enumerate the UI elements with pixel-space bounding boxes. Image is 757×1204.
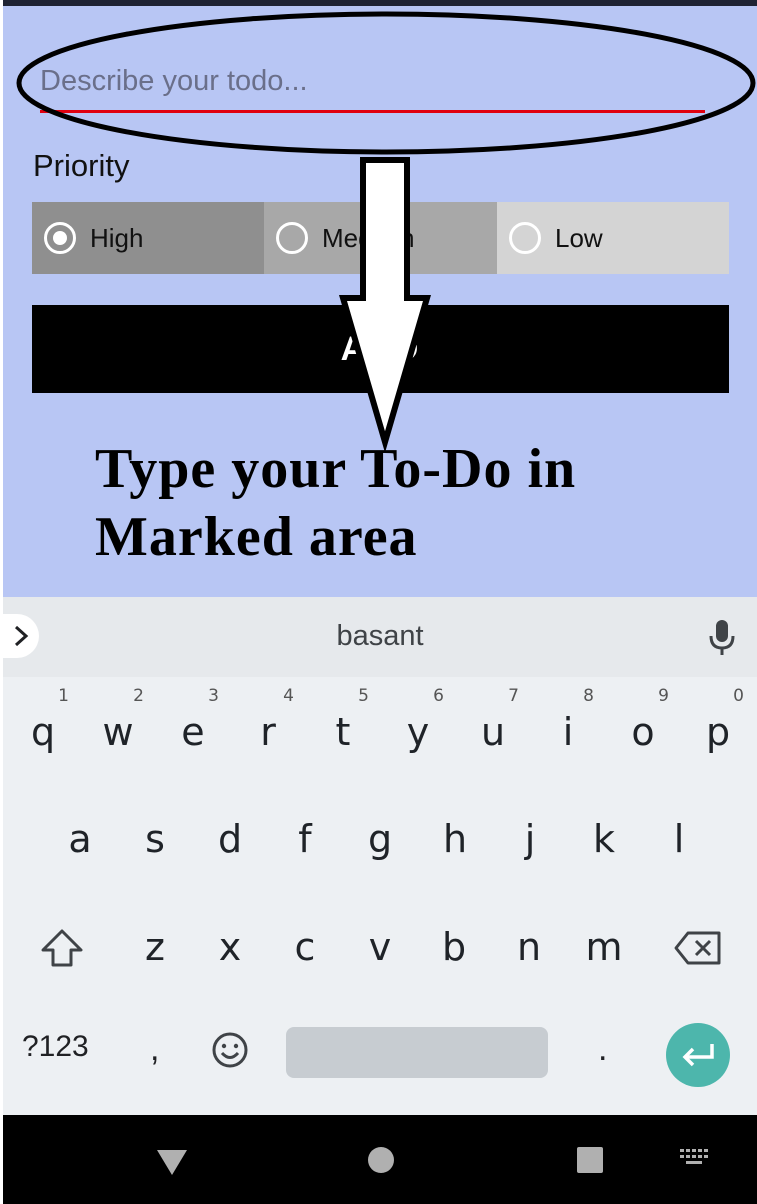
key-l[interactable]: l	[649, 799, 709, 879]
input-underline	[40, 110, 705, 113]
key-o[interactable]: o9	[613, 686, 673, 772]
key-i[interactable]: i8	[538, 686, 598, 772]
backspace-icon[interactable]	[674, 930, 722, 971]
instruction-annotation: Type your To-Do in Marked area	[95, 435, 735, 571]
key-v[interactable]: v	[350, 907, 410, 987]
microphone-icon[interactable]	[705, 618, 739, 663]
key-hint: 9	[658, 686, 669, 706]
key-hint: 3	[208, 686, 219, 706]
key-c[interactable]: c	[275, 907, 335, 987]
comma-key[interactable]: ,	[150, 1030, 159, 1069]
key-label: o	[631, 710, 655, 754]
key-x[interactable]: x	[200, 907, 260, 987]
key-f[interactable]: f	[275, 799, 335, 879]
key-e[interactable]: e3	[163, 686, 223, 772]
key-g[interactable]: g	[350, 799, 410, 879]
key-b[interactable]: b	[424, 907, 484, 987]
back-triangle-icon[interactable]	[155, 1147, 189, 1182]
instruction-line-2: Marked area	[95, 506, 418, 568]
key-label: i	[562, 710, 574, 754]
radio-unchecked-icon	[276, 222, 308, 254]
key-hint: 6	[433, 686, 444, 706]
key-d[interactable]: d	[200, 799, 260, 879]
key-n[interactable]: n	[499, 907, 559, 987]
key-j[interactable]: j	[500, 799, 560, 879]
key-h[interactable]: h	[425, 799, 485, 879]
navigation-bar	[3, 1115, 757, 1204]
priority-option-low[interactable]: Low	[497, 202, 729, 274]
key-z[interactable]: z	[125, 907, 185, 987]
key-label: y	[406, 710, 430, 754]
radio-checked-icon	[44, 222, 76, 254]
recents-square-icon[interactable]	[576, 1146, 604, 1179]
priority-option-label: Medium	[322, 222, 415, 253]
add-button[interactable]: ADD	[32, 305, 729, 393]
key-hint: 8	[583, 686, 594, 706]
todo-description-input[interactable]	[40, 55, 705, 107]
key-label: w	[102, 710, 134, 754]
enter-icon[interactable]	[666, 1023, 730, 1087]
status-bar-edge	[3, 0, 757, 6]
key-hint: 1	[58, 686, 69, 706]
key-s[interactable]: s	[125, 799, 185, 879]
keyboard-switch-icon[interactable]	[680, 1149, 710, 1174]
key-r[interactable]: r4	[238, 686, 298, 772]
shift-icon[interactable]	[40, 928, 84, 973]
period-key[interactable]: .	[598, 1030, 607, 1069]
key-hint: 7	[508, 686, 519, 706]
key-k[interactable]: k	[574, 799, 634, 879]
key-m[interactable]: m	[574, 907, 634, 987]
priority-option-label: High	[90, 222, 144, 253]
key-hint: 4	[283, 686, 294, 706]
space-bar[interactable]	[286, 1027, 548, 1078]
priority-option-high[interactable]: High	[32, 202, 264, 274]
key-hint: 0	[733, 686, 744, 706]
key-label: t	[335, 710, 351, 754]
key-label: p	[705, 710, 731, 754]
key-a[interactable]: a	[50, 799, 110, 879]
key-y[interactable]: y6	[388, 686, 448, 772]
key-hint: 2	[133, 686, 144, 706]
symbols-key[interactable]: ?123	[22, 1030, 89, 1064]
key-label: q	[30, 710, 56, 754]
key-label: u	[480, 710, 506, 754]
key-label: e	[181, 710, 205, 754]
key-hint: 5	[358, 686, 369, 706]
instruction-line-1: Type your To-Do in	[95, 438, 577, 500]
key-w[interactable]: w2	[88, 686, 148, 772]
key-u[interactable]: u7	[463, 686, 523, 772]
emoji-icon[interactable]	[210, 1030, 250, 1075]
key-t[interactable]: t5	[313, 686, 373, 772]
priority-label: Priority	[33, 148, 130, 183]
priority-option-medium[interactable]: Medium	[264, 202, 497, 274]
radio-unchecked-icon	[509, 222, 541, 254]
home-circle-icon[interactable]	[367, 1146, 395, 1179]
priority-option-label: Low	[555, 222, 603, 253]
word-suggestion[interactable]: basant	[300, 620, 460, 653]
key-label: r	[260, 710, 276, 754]
key-q[interactable]: q1	[13, 686, 73, 772]
key-p[interactable]: p0	[688, 686, 748, 772]
